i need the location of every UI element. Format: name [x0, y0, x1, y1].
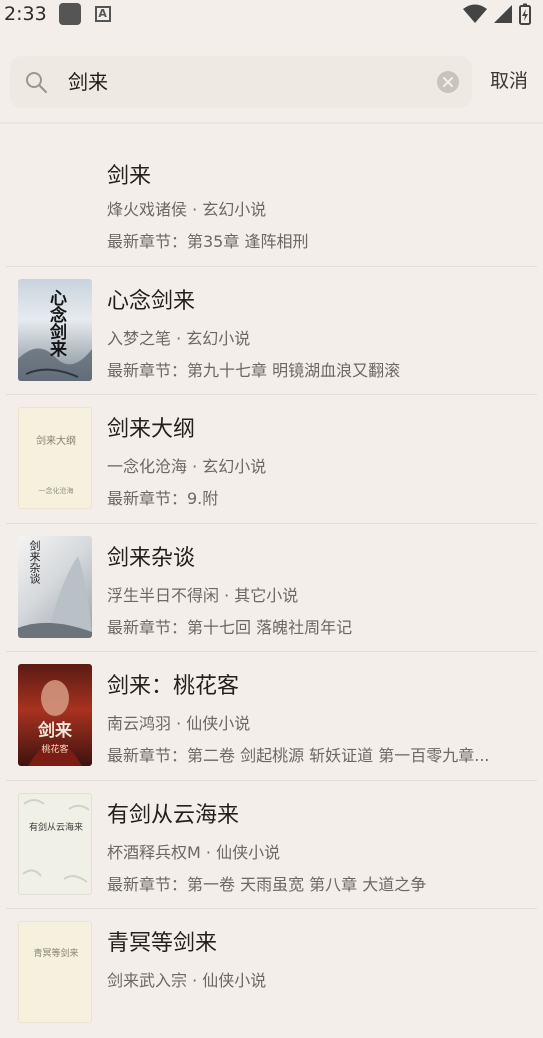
- book-title: 有剑从云海来: [107, 802, 240, 828]
- cover-title: 有剑从云海来: [28, 822, 83, 833]
- result-item[interactable]: 剑来 桃花客 剑来：桃花客 南云鸿羽 · 仙侠小说 最新章节：第二卷 剑起桃源 …: [6, 652, 537, 781]
- cover-title: 剑来杂谈: [28, 539, 41, 584]
- battery-icon: [519, 3, 531, 25]
- book-author-genre: 入梦之笔 · 玄幻小说: [107, 328, 251, 348]
- book-author-genre: 剑来武入宗 · 仙侠小说: [107, 971, 267, 990]
- cover-title: 青冥等剑来: [33, 949, 79, 959]
- keyboard-a-icon: A: [94, 6, 111, 22]
- status-icons: [463, 3, 531, 25]
- book-latest-chapter: 最新章节：9.附: [107, 489, 219, 508]
- result-item[interactable]: 剑来杂谈 剑来杂谈 浮生半日不得闲 · 其它小说 最新章节：第十七回 落魄社周年…: [6, 524, 537, 652]
- book-author-genre: 烽火戏诸侯 · 玄幻小说: [107, 200, 267, 219]
- cover-title: 剑来: [38, 721, 72, 741]
- signal-icon: [494, 5, 512, 23]
- search-field[interactable]: [10, 56, 472, 108]
- book-author-genre: 浮生半日不得闲 · 其它小说: [107, 585, 299, 605]
- result-item[interactable]: 青冥等剑来 青冥等剑来 剑来武入宗 · 仙侠小说: [6, 909, 537, 1038]
- result-item[interactable]: 有剑从云海来 有剑从云海来 杯酒释兵权M · 仙侠小说 最新章节：第一卷 天雨虽…: [6, 781, 537, 909]
- result-item[interactable]: 剑来 烽火戏诸侯 · 玄幻小说 最新章节：第35章 逢阵相刑: [6, 138, 537, 267]
- app-notification-icon: [58, 3, 81, 25]
- status-time: 2:33: [4, 3, 47, 25]
- cover-title: 剑来大纲: [36, 436, 76, 447]
- search-icon: [26, 72, 48, 94]
- book-author-genre: 南云鸿羽 · 仙侠小说: [107, 714, 251, 733]
- book-title: 心念剑来: [107, 288, 196, 314]
- book-title: 剑来：桃花客: [107, 674, 240, 699]
- book-latest-chapter: 最新章节：第一卷 天雨虽宽 第八章 大道之争: [107, 874, 427, 894]
- cancel-button[interactable]: 取消: [490, 66, 528, 93]
- search-input[interactable]: [68, 56, 428, 108]
- search-results-list: 剑来 烽火戏诸侯 · 玄幻小说 最新章节：第35章 逢阵相刑 心念剑来 心念剑来…: [0, 138, 543, 1038]
- book-latest-chapter: 最新章节：第35章 逢阵相刑: [107, 232, 309, 251]
- result-item[interactable]: 心念剑来 心念剑来 入梦之笔 · 玄幻小说 最新章节：第九十七章 明镜湖血浪又翻…: [6, 267, 537, 395]
- book-author-genre: 杯酒释兵权M · 仙侠小说: [107, 842, 281, 862]
- header-divider: [0, 122, 543, 124]
- cover-art: [22, 798, 90, 883]
- book-cover: 青冥等剑来: [18, 921, 92, 1023]
- search-bar: 取消: [0, 50, 543, 116]
- book-author-genre: 一念化沧海 · 玄幻小说: [107, 457, 267, 476]
- wifi-icon: [463, 4, 487, 23]
- book-cover: 有剑从云海来: [18, 792, 92, 895]
- book-cover: 剑来 桃花客: [18, 664, 92, 766]
- book-cover: 剑来杂谈: [18, 535, 92, 638]
- book-cover: 心念剑来: [18, 278, 92, 381]
- book-title: 剑来: [107, 164, 152, 189]
- cover-author: 一念化沧海: [38, 487, 74, 495]
- book-latest-chapter: 最新章节：第二卷 剑起桃源 斩妖证道 第一百零九章...: [107, 746, 490, 765]
- cover-subtitle: 桃花客: [41, 745, 69, 755]
- book-cover: 剑来大纲 一念化沧海: [18, 407, 92, 509]
- book-title: 青冥等剑来: [107, 931, 218, 956]
- clear-icon[interactable]: [436, 70, 460, 94]
- result-item[interactable]: 剑来大纲 一念化沧海 剑来大纲 一念化沧海 · 玄幻小说 最新章节：9.附: [6, 395, 537, 524]
- cover-title: 心念剑来: [46, 288, 66, 357]
- book-title: 剑来杂谈: [107, 545, 196, 571]
- book-latest-chapter: 最新章节：第九十七章 明镜湖血浪又翻滚: [107, 360, 401, 380]
- book-latest-chapter: 最新章节：第十七回 落魄社周年记: [107, 617, 353, 637]
- book-title: 剑来大纲: [107, 417, 196, 442]
- status-bar: 2:33 A: [0, 0, 543, 28]
